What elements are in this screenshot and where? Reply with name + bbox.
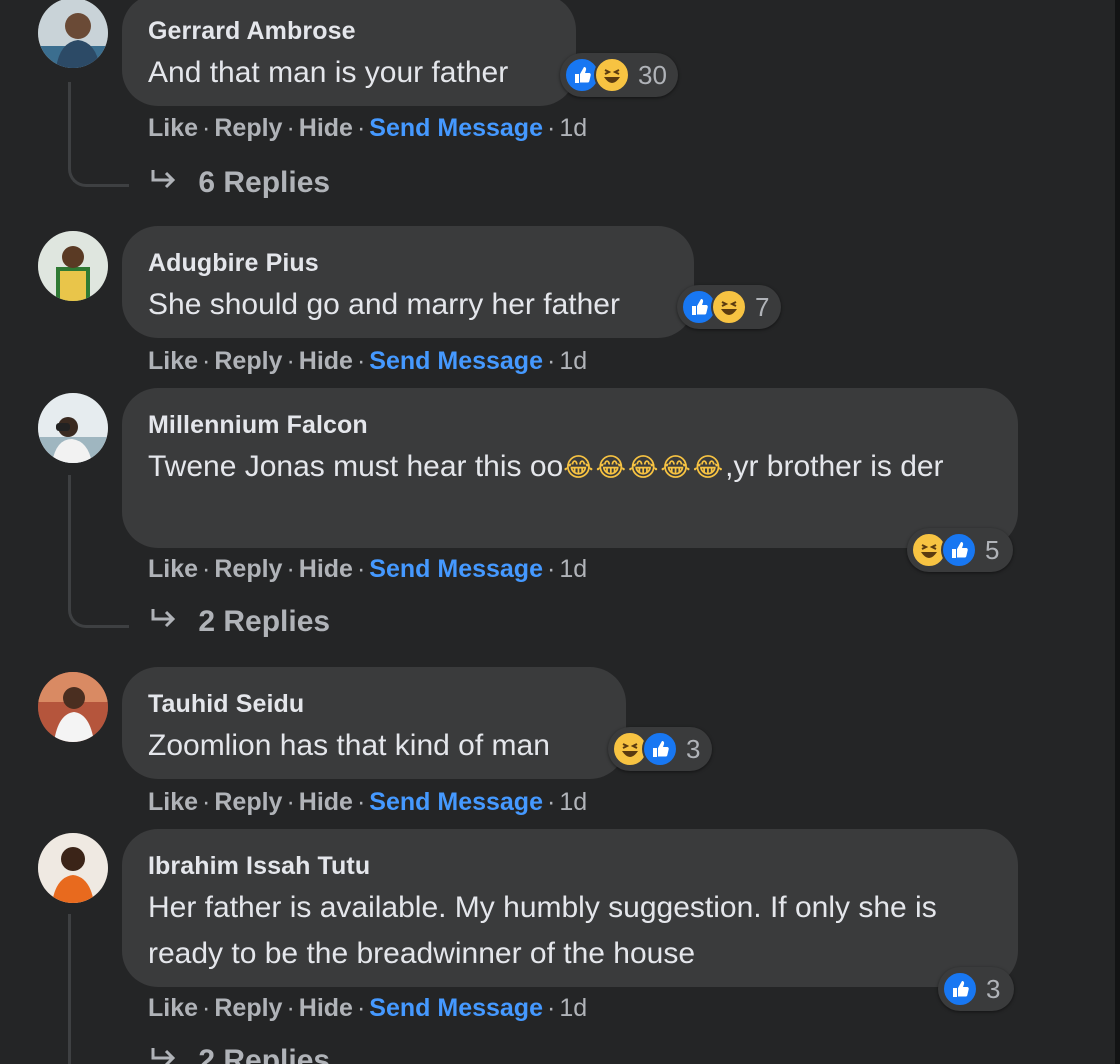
- replies-count: 2 Replies: [198, 1044, 331, 1064]
- reply-action[interactable]: Reply: [214, 555, 282, 583]
- like-action[interactable]: Like: [148, 994, 198, 1022]
- reaction-summary[interactable]: 3: [608, 727, 712, 771]
- comment-actions: Like · Reply · Hide · Send Message · 1d: [148, 994, 588, 1022]
- comment-bubble: Gerrard Ambrose And that man is your fat…: [122, 0, 576, 106]
- haha-reaction-icon: [594, 57, 630, 93]
- reply-action[interactable]: Reply: [214, 788, 282, 816]
- send-message-action[interactable]: Send Message: [369, 114, 543, 142]
- hide-action[interactable]: Hide: [299, 555, 353, 583]
- like-action[interactable]: Like: [148, 114, 198, 142]
- reaction-count: 3: [986, 973, 1001, 1004]
- hide-action[interactable]: Hide: [299, 114, 353, 142]
- view-replies-link[interactable]: 2 Replies: [148, 604, 330, 640]
- comment-text-part: ,yr brother is der: [725, 450, 944, 483]
- reaction-summary[interactable]: 30: [560, 53, 678, 97]
- like-action[interactable]: Like: [148, 788, 198, 816]
- comment-actions: Like · Reply · Hide · Send Message · 1d: [148, 555, 588, 583]
- comment-timestamp[interactable]: 1d: [559, 994, 587, 1022]
- comment-text: Zoomlion has that kind of man: [148, 729, 550, 762]
- replies-count: 2 Replies: [198, 605, 331, 638]
- like-action[interactable]: Like: [148, 555, 198, 583]
- comments-panel: Gerrard Ambrose And that man is your fat…: [0, 0, 1120, 1064]
- view-replies-link[interactable]: 6 Replies: [148, 165, 330, 201]
- comment-author[interactable]: Millennium Falcon: [148, 408, 992, 442]
- send-message-action[interactable]: Send Message: [369, 555, 543, 583]
- comment-bubble: Tauhid Seidu Zoomlion has that kind of m…: [122, 667, 626, 779]
- comment-timestamp[interactable]: 1d: [559, 114, 587, 142]
- comment-bubble: Millennium Falcon Twene Jonas must hear …: [122, 388, 1018, 548]
- comment-author[interactable]: Adugbire Pius: [148, 246, 668, 280]
- send-message-action[interactable]: Send Message: [369, 347, 543, 375]
- comment-actions: Like · Reply · Hide · Send Message · 1d: [148, 788, 588, 816]
- like-reaction-icon: [942, 971, 978, 1007]
- like-action[interactable]: Like: [148, 347, 198, 375]
- comment-text: Her father is available. My humbly sugge…: [148, 891, 937, 970]
- like-reaction-icon: [941, 532, 977, 568]
- avatar[interactable]: [38, 231, 108, 301]
- reply-arrow-icon: [148, 605, 180, 638]
- comment-author[interactable]: Gerrard Ambrose: [148, 14, 550, 48]
- send-message-action[interactable]: Send Message: [369, 788, 543, 816]
- hide-action[interactable]: Hide: [299, 347, 353, 375]
- tears-of-joy-emoji-run: 😂😂😂😂😂: [563, 452, 726, 482]
- comment-text: She should go and marry her father: [148, 288, 620, 321]
- reaction-count: 30: [638, 59, 667, 90]
- thread-connector: [68, 475, 129, 628]
- avatar[interactable]: [38, 833, 108, 903]
- reply-arrow-icon: [148, 166, 180, 199]
- reply-action[interactable]: Reply: [214, 347, 282, 375]
- comment-timestamp[interactable]: 1d: [559, 788, 587, 816]
- like-reaction-icon: [642, 731, 678, 767]
- comment-bubble: Adugbire Pius She should go and marry he…: [122, 226, 694, 338]
- reaction-summary[interactable]: 7: [677, 285, 781, 329]
- hide-action[interactable]: Hide: [299, 788, 353, 816]
- comment-bubble: Ibrahim Issah Tutu Her father is availab…: [122, 829, 1018, 987]
- comment-text: And that man is your father: [148, 56, 509, 89]
- comment-author[interactable]: Tauhid Seidu: [148, 687, 600, 721]
- comment-actions: Like · Reply · Hide · Send Message · 1d: [148, 114, 588, 142]
- reaction-summary[interactable]: 3: [938, 967, 1014, 1011]
- replies-count: 6 Replies: [198, 166, 331, 199]
- reaction-count: 7: [755, 291, 770, 322]
- hide-action[interactable]: Hide: [299, 994, 353, 1022]
- view-replies-link[interactable]: 2 Replies: [148, 1043, 330, 1064]
- comment-text: Twene Jonas must hear this oo😂😂😂😂😂,yr br…: [148, 444, 992, 490]
- avatar[interactable]: [38, 672, 108, 742]
- reply-arrow-icon: [148, 1044, 180, 1064]
- comment-actions: Like · Reply · Hide · Send Message · 1d: [148, 347, 588, 375]
- thread-connector: [68, 914, 71, 1064]
- reply-action[interactable]: Reply: [214, 114, 282, 142]
- reaction-count: 5: [985, 534, 1000, 565]
- comment-text-part: Twene Jonas must hear this oo: [148, 450, 564, 483]
- comment-timestamp[interactable]: 1d: [559, 555, 587, 583]
- avatar[interactable]: [38, 393, 108, 463]
- comment-author[interactable]: Ibrahim Issah Tutu: [148, 849, 992, 883]
- haha-reaction-icon: [711, 289, 747, 325]
- thread-connector: [68, 82, 129, 187]
- comment-timestamp[interactable]: 1d: [559, 347, 587, 375]
- reply-action[interactable]: Reply: [214, 994, 282, 1022]
- send-message-action[interactable]: Send Message: [369, 994, 543, 1022]
- reaction-summary[interactable]: 5: [907, 528, 1013, 572]
- avatar[interactable]: [38, 0, 108, 68]
- reaction-count: 3: [686, 733, 701, 764]
